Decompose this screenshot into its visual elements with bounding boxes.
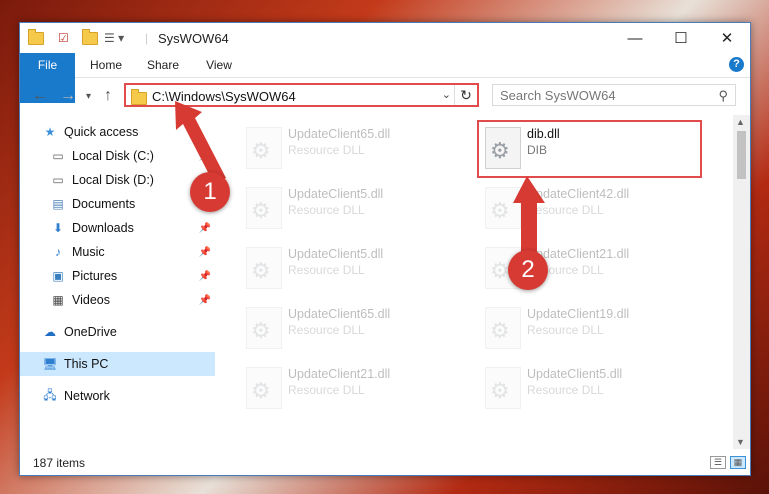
step-1-badge: 1: [190, 172, 230, 212]
arrow-to-address-bar: [175, 101, 226, 184]
step-2-badge: 2: [508, 250, 548, 290]
arrow-to-dib-dll: [513, 176, 545, 252]
annotation-arrows: [175, 101, 545, 252]
